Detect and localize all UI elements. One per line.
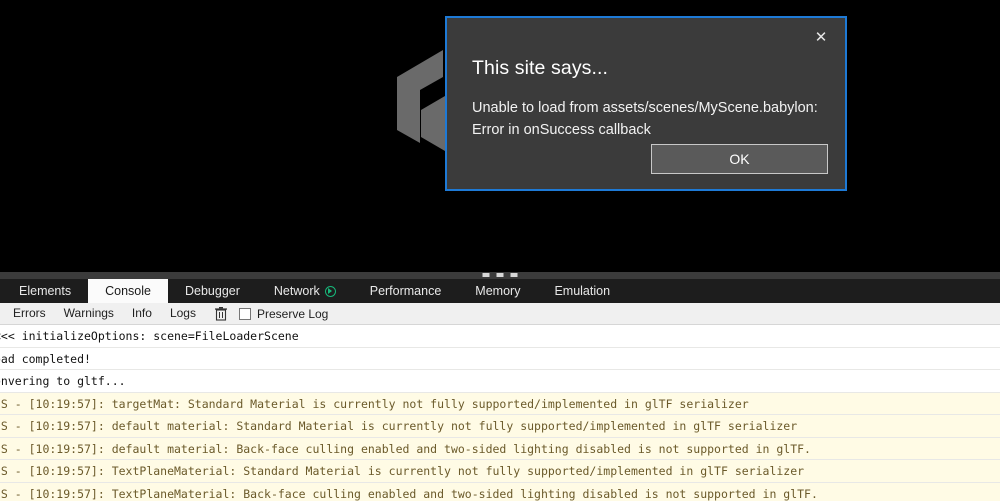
tab-performance[interactable]: Performance bbox=[353, 279, 459, 303]
network-record-icon bbox=[325, 286, 336, 297]
tab-console[interactable]: Console bbox=[88, 279, 168, 303]
console-row-text: JS - [10:19:57]: targetMat: Standard Mat… bbox=[0, 393, 1000, 416]
tab-label: Memory bbox=[475, 284, 520, 298]
javascript-alert-dialog: ✕ This site says... Unable to load from … bbox=[445, 16, 847, 191]
console-row-text: JS - [10:19:57]: default material: Back-… bbox=[0, 438, 1000, 461]
console-row[interactable]: oad completed! bbox=[0, 348, 1000, 371]
app-root: ✕ This site says... Unable to load from … bbox=[0, 0, 1000, 502]
console-row-text: JS - [10:19:57]: TextPlaneMaterial: Back… bbox=[0, 483, 1000, 502]
tab-label: Performance bbox=[370, 284, 442, 298]
console-row[interactable]: JS - [10:19:57]: TextPlaneMaterial: Back… bbox=[0, 483, 1000, 502]
dialog-ok-button[interactable]: OK bbox=[651, 144, 828, 174]
tab-label: Emulation bbox=[554, 284, 610, 298]
tab-label: Elements bbox=[19, 284, 71, 298]
console-row-text: onvering to gltf... bbox=[0, 370, 1000, 393]
filter-info[interactable]: Info bbox=[123, 303, 161, 324]
console-row-text: JS - [10:19:57]: TextPlaneMaterial: Stan… bbox=[0, 460, 1000, 483]
console-row-text: JS - [10:19:57]: default material: Stand… bbox=[0, 415, 1000, 438]
dialog-close-button[interactable]: ✕ bbox=[801, 22, 841, 52]
trash-icon bbox=[215, 307, 227, 321]
console-output[interactable]: <<< initializeOptions: scene=FileLoaderS… bbox=[0, 325, 1000, 501]
console-row[interactable]: JS - [10:19:57]: default material: Back-… bbox=[0, 438, 1000, 461]
devtools-tabstrip: Elements Console Debugger Network Performanc… bbox=[0, 279, 1000, 303]
filter-warnings[interactable]: Warnings bbox=[55, 303, 123, 324]
console-row-text: <<< initializeOptions: scene=FileLoaderS… bbox=[0, 325, 1000, 348]
dialog-title: This site says... bbox=[472, 57, 608, 80]
console-row[interactable]: JS - [10:19:57]: TextPlaneMaterial: Stan… bbox=[0, 460, 1000, 483]
tab-label: Console bbox=[105, 284, 151, 298]
console-filter-bar: ErrorsWarningsInfoLogs Preserve Log bbox=[0, 303, 1000, 325]
tab-debugger[interactable]: Debugger bbox=[168, 279, 257, 303]
preserve-log-toggle[interactable]: Preserve Log bbox=[239, 307, 336, 321]
console-row-text: oad completed! bbox=[0, 348, 1000, 371]
console-row[interactable]: JS - [10:19:57]: targetMat: Standard Mat… bbox=[0, 393, 1000, 416]
tab-memory[interactable]: Memory bbox=[458, 279, 537, 303]
devtools-panel: Elements Console Debugger Network Performanc… bbox=[0, 279, 1000, 502]
tab-label: Debugger bbox=[185, 284, 240, 298]
console-row[interactable]: onvering to gltf... bbox=[0, 370, 1000, 393]
preserve-log-checkbox[interactable] bbox=[239, 308, 251, 320]
filter-logs[interactable]: Logs bbox=[161, 303, 205, 324]
tab-emulation[interactable]: Emulation bbox=[537, 279, 627, 303]
tab-elements[interactable]: Elements bbox=[2, 279, 88, 303]
clear-console-button[interactable] bbox=[209, 303, 233, 324]
tab-label: Network bbox=[274, 284, 320, 298]
devtools-splitter[interactable] bbox=[0, 272, 1000, 279]
preserve-log-label: Preserve Log bbox=[257, 307, 328, 321]
console-row[interactable]: <<< initializeOptions: scene=FileLoaderS… bbox=[0, 325, 1000, 348]
console-row[interactable]: JS - [10:19:57]: default material: Stand… bbox=[0, 415, 1000, 438]
filter-errors[interactable]: Errors bbox=[4, 303, 55, 324]
dialog-message: Unable to load from assets/scenes/MyScen… bbox=[472, 98, 832, 142]
tab-network[interactable]: Network bbox=[257, 279, 353, 303]
close-icon: ✕ bbox=[815, 30, 828, 45]
drag-handle-dots-icon bbox=[483, 273, 518, 277]
